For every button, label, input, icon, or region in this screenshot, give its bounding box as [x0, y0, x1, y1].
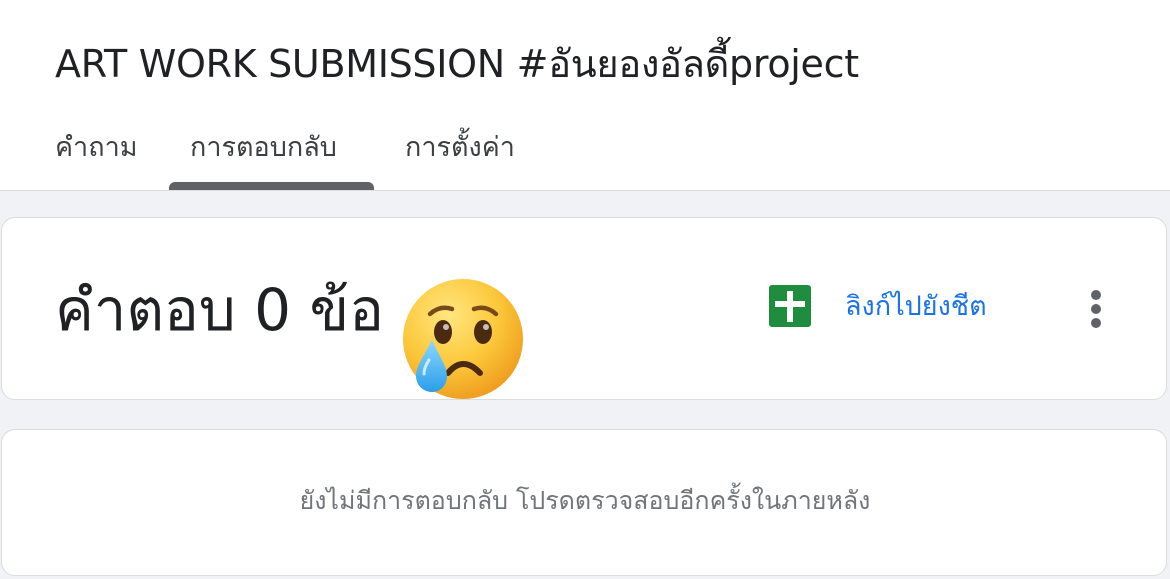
- crying-face-icon: [403, 279, 523, 399]
- link-to-sheet-button[interactable]: ลิงก์ไปยังชีต: [845, 287, 987, 327]
- form-header: [0, 0, 1170, 191]
- tab-settings[interactable]: การตั้งค่า: [405, 128, 515, 168]
- more-vert-icon[interactable]: [1076, 286, 1116, 332]
- tab-questions[interactable]: คำถาม: [55, 128, 138, 168]
- tab-responses[interactable]: การตอบกลับ: [190, 128, 337, 168]
- active-tab-indicator: [169, 182, 374, 190]
- google-sheets-icon[interactable]: [769, 285, 811, 327]
- form-title: ART WORK SUBMISSION #อันยองอัลดี้project: [55, 42, 859, 86]
- response-count: คำตอบ 0 ข้อ: [55, 276, 384, 344]
- empty-state-message: ยังไม่มีการตอบกลับ โปรดตรวจสอบอีกครั้งใน…: [299, 486, 871, 515]
